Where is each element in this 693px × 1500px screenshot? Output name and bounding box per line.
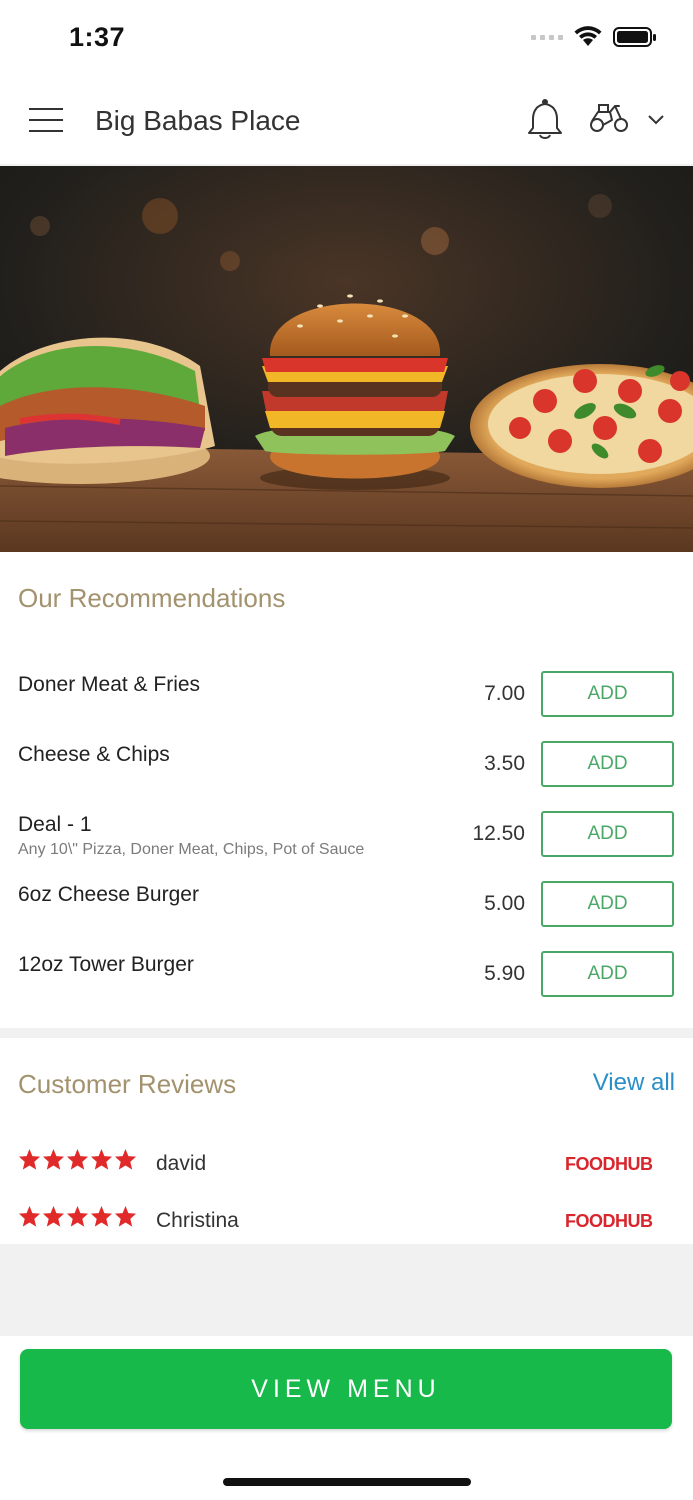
recommendation-item: 6oz Cheese Burger 5.00 ADD xyxy=(0,881,693,953)
foodhub-logo: FOODHUB xyxy=(565,1154,653,1174)
status-bar: 1:37 xyxy=(0,0,693,70)
star-rating xyxy=(18,1205,137,1228)
status-time: 1:37 xyxy=(69,22,126,52)
chevron-down-icon[interactable] xyxy=(648,115,664,125)
hamburger-menu-icon[interactable] xyxy=(29,108,65,132)
add-button[interactable]: ADD xyxy=(541,811,674,857)
recommendation-item: Doner Meat & Fries 7.00 ADD xyxy=(0,671,693,743)
battery-icon xyxy=(613,27,656,47)
item-price: 5.90 xyxy=(484,962,525,985)
star-rating xyxy=(18,1148,137,1171)
star-icon xyxy=(18,1148,41,1170)
star-icon xyxy=(66,1148,89,1170)
add-button[interactable]: ADD xyxy=(541,881,674,927)
item-price: 12.50 xyxy=(472,822,525,845)
delivery-scooter-icon[interactable] xyxy=(588,102,630,134)
item-description: Any 10\" Pizza, Doner Meat, Chips, Pot o… xyxy=(18,841,365,858)
reviews-title: Customer Reviews xyxy=(18,1069,237,1099)
recommendation-item: Cheese & Chips 3.50 ADD xyxy=(0,741,693,813)
item-name: Cheese & Chips xyxy=(18,743,170,766)
add-button[interactable]: ADD xyxy=(541,741,674,787)
cellular-signal-icon xyxy=(531,35,563,40)
star-icon xyxy=(90,1148,113,1170)
bell-icon[interactable] xyxy=(526,98,564,142)
wifi-icon xyxy=(574,26,602,46)
recommendations-title: Our Recommendations xyxy=(18,583,286,613)
reviewer-name: Christina xyxy=(156,1209,239,1232)
app-header: Big Babas Place xyxy=(0,70,693,166)
view-menu-button[interactable]: VIEW MENU xyxy=(20,1349,672,1429)
status-icons xyxy=(531,26,657,48)
star-icon xyxy=(66,1205,89,1227)
hero-food-image xyxy=(0,166,693,552)
recommendation-item: 12oz Tower Burger 5.90 ADD xyxy=(0,951,693,1023)
item-price: 3.50 xyxy=(484,752,525,775)
review-item: david FOODHUB xyxy=(0,1148,693,1188)
item-price: 7.00 xyxy=(484,682,525,705)
star-icon xyxy=(18,1205,41,1227)
star-icon xyxy=(42,1205,65,1227)
restaurant-title: Big Babas Place xyxy=(95,105,301,136)
item-price: 5.00 xyxy=(484,892,525,915)
add-button[interactable]: ADD xyxy=(541,951,674,997)
item-name: 12oz Tower Burger xyxy=(18,953,194,976)
section-divider xyxy=(0,1028,693,1038)
add-button[interactable]: ADD xyxy=(541,671,674,717)
star-icon xyxy=(42,1148,65,1170)
star-icon xyxy=(90,1205,113,1227)
review-item: Christina FOODHUB xyxy=(0,1205,693,1245)
reviewer-name: david xyxy=(156,1152,207,1175)
item-name: Doner Meat & Fries xyxy=(18,673,201,696)
footer-spacer xyxy=(0,1244,693,1336)
view-all-reviews-link[interactable]: View all xyxy=(593,1069,675,1097)
item-name: 6oz Cheese Burger xyxy=(18,883,199,906)
item-name: Deal - 1 xyxy=(18,813,92,836)
foodhub-logo: FOODHUB xyxy=(565,1211,653,1231)
home-indicator[interactable] xyxy=(223,1478,471,1486)
star-icon xyxy=(114,1148,137,1170)
star-icon xyxy=(114,1205,137,1227)
recommendation-item: Deal - 1 Any 10\" Pizza, Doner Meat, Chi… xyxy=(0,811,693,883)
